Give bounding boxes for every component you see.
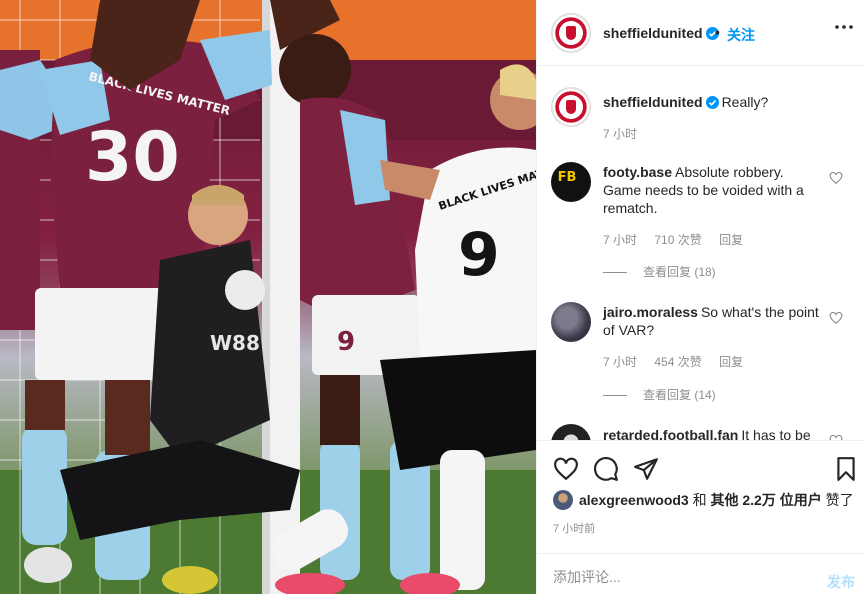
comment-likes[interactable]: 454 次赞: [654, 355, 701, 369]
verified-badge-icon: [705, 96, 719, 109]
comment-time: 7 小时: [603, 233, 638, 247]
liker-avatar[interactable]: [553, 490, 573, 510]
like-comment-heart-icon[interactable]: [829, 171, 843, 185]
comment-time: 7 小时: [603, 355, 638, 369]
view-replies-button[interactable]: 查看回复 (14): [603, 386, 716, 403]
comment-username[interactable]: jairo.moraless: [603, 304, 698, 320]
add-comment-bar: 发布: [537, 553, 865, 594]
likes-others[interactable]: 其他 2.2万 位用户: [710, 492, 821, 508]
jersey-number-left: 30: [85, 118, 180, 197]
liker-username[interactable]: alexgreenwood3: [579, 492, 689, 508]
jersey-number-right: 9: [458, 220, 500, 290]
comment-username[interactable]: retarded.football.fan: [603, 427, 738, 440]
reply-button[interactable]: 回复: [719, 233, 743, 247]
comment-avatar[interactable]: [551, 302, 591, 342]
header-username-text[interactable]: sheffieldunited: [603, 25, 703, 41]
likes-summary: alexgreenwood3 和 其他 2.2万 位用户 赞了: [553, 490, 854, 510]
comment-body: It has to be: [741, 427, 811, 440]
post-comment-button[interactable]: 发布: [827, 572, 855, 592]
caption-username[interactable]: sheffieldunited: [603, 94, 703, 110]
post-timestamp[interactable]: 7 小时前: [553, 520, 595, 536]
comment-text: jairo.moraless So what's the point of VAR…: [603, 303, 825, 339]
like-comment-heart-icon[interactable]: [829, 311, 843, 325]
header-username[interactable]: sheffieldunited: [603, 25, 719, 41]
sponsor-text: W88: [210, 331, 260, 355]
view-replies-button[interactable]: 查看回复 (18): [603, 263, 716, 280]
post-photo[interactable]: 30 BLACK LIVES MATTER W88 9 9 BLACK LIVE…: [0, 0, 536, 594]
header-separator: •: [715, 24, 720, 40]
comment-avatar[interactable]: [551, 424, 591, 440]
post-side-panel: sheffieldunited • 关注 sheffieldunited Real…: [536, 0, 865, 594]
post-actions: alexgreenwood3 和 其他 2.2万 位用户 赞了 7 小时前 发布: [537, 440, 865, 594]
svg-text:9: 9: [337, 327, 355, 357]
caption-body: Really?: [721, 94, 769, 110]
likes-suffix: 赞了: [825, 492, 854, 508]
comment-text: footy.base Absolute robbery. Game needs t…: [603, 163, 825, 217]
comments-list[interactable]: sheffieldunited Really? 7 小时 footy.baseAb…: [537, 67, 865, 440]
football-scene: 30 BLACK LIVES MATTER W88 9 9 BLACK LIVE…: [0, 0, 536, 594]
share-plane-icon[interactable]: [633, 456, 659, 482]
comment-avatar[interactable]: [551, 162, 591, 202]
caption-avatar[interactable]: [551, 87, 591, 127]
save-bookmark-icon[interactable]: [833, 456, 859, 482]
comment-meta: 7 小时 710 次赞 回复: [603, 231, 757, 248]
comment-text: retarded.football.fan It has to be: [603, 426, 825, 440]
comment-bubble-icon[interactable]: [593, 456, 619, 482]
reply-button[interactable]: 回复: [719, 355, 743, 369]
comment-likes[interactable]: 710 次赞: [654, 233, 701, 247]
likes-conj: 和: [692, 492, 707, 508]
caption-time: 7 小时: [603, 127, 638, 141]
comment-username[interactable]: footy.base: [603, 164, 672, 180]
follow-button[interactable]: 关注: [727, 25, 755, 45]
add-comment-input[interactable]: [553, 569, 803, 585]
account-avatar[interactable]: [551, 13, 591, 53]
caption-text: sheffieldunited Really?: [603, 93, 825, 111]
comment-meta: 7 小时 454 次赞 回复: [603, 353, 757, 370]
post-header: sheffieldunited • 关注: [537, 0, 865, 66]
more-options-icon[interactable]: [832, 22, 856, 32]
like-heart-icon[interactable]: [553, 456, 579, 482]
